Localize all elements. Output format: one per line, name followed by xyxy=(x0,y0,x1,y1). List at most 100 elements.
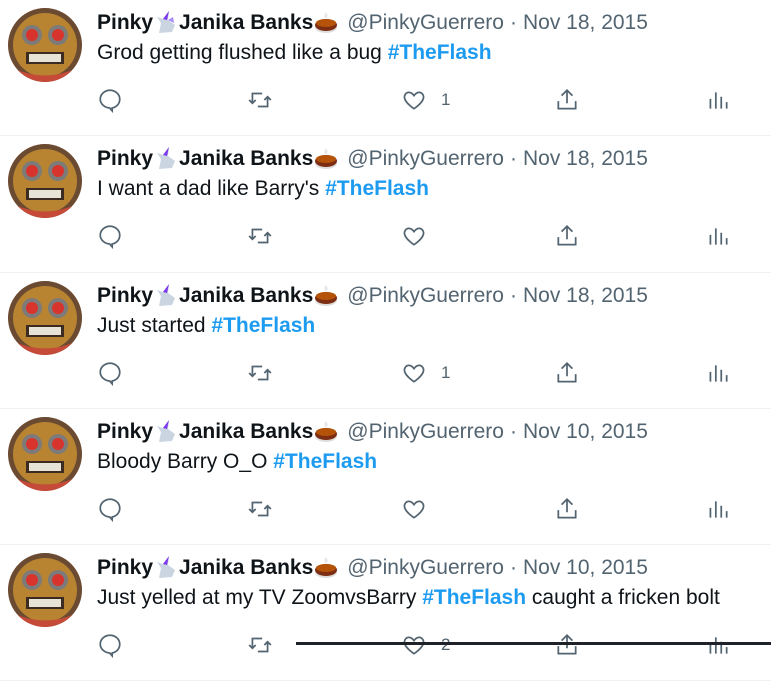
reply-button[interactable] xyxy=(97,84,123,116)
analytics-button[interactable] xyxy=(705,84,731,116)
share-icon xyxy=(554,87,580,113)
tweet-actions xyxy=(97,493,737,525)
tweet[interactable]: Pinky Janika Banks @PinkyGuerrero · Nov 18, … xyxy=(0,136,771,273)
analytics-button[interactable] xyxy=(705,629,731,661)
tweet-actions: 1 xyxy=(97,84,737,116)
like-button[interactable]: 1 xyxy=(401,357,450,389)
share-icon xyxy=(554,496,580,522)
retweet-button[interactable] xyxy=(247,220,273,252)
like-count: 1 xyxy=(441,363,451,382)
unicorn-emoji-icon xyxy=(153,283,179,309)
analytics-icon xyxy=(705,223,731,249)
analytics-button[interactable] xyxy=(705,493,731,525)
hashtag-link[interactable]: #TheFlash xyxy=(211,314,315,337)
author-name[interactable]: Pinky Janika Banks xyxy=(97,283,339,309)
author-handle[interactable]: @PinkyGuerrero xyxy=(347,420,504,444)
retweet-icon xyxy=(247,223,273,249)
like-icon xyxy=(401,632,427,658)
avatar[interactable] xyxy=(8,553,82,627)
avatar[interactable] xyxy=(8,417,82,491)
tweet[interactable]: Pinky Janika Banks @PinkyGuerrero · Nov 10, … xyxy=(0,409,771,545)
retweet-button[interactable] xyxy=(247,357,273,389)
like-button[interactable] xyxy=(401,220,441,252)
like-button[interactable]: 1 xyxy=(401,84,450,116)
tweet[interactable]: Pinky Janika Banks @PinkyGuerrero · Nov 10, … xyxy=(0,545,771,681)
like-icon xyxy=(401,496,427,522)
reply-icon xyxy=(97,223,123,249)
unicorn-emoji-icon xyxy=(153,555,179,581)
like-icon xyxy=(401,87,427,113)
cake-emoji-icon xyxy=(313,146,339,172)
tweet-header: Pinky Janika Banks @PinkyGuerrero · Nov 18,… xyxy=(97,10,648,36)
share-button[interactable] xyxy=(554,629,580,661)
reply-button[interactable] xyxy=(97,220,123,252)
author-name[interactable]: Pinky Janika Banks xyxy=(97,10,339,36)
retweet-icon xyxy=(247,496,273,522)
cake-emoji-icon xyxy=(313,419,339,445)
author-handle[interactable]: @PinkyGuerrero xyxy=(347,11,504,35)
author-name[interactable]: Pinky Janika Banks xyxy=(97,555,339,581)
analytics-icon xyxy=(705,360,731,386)
hashtag-link[interactable]: #TheFlash xyxy=(325,177,429,200)
author-name[interactable]: Pinky Janika Banks xyxy=(97,146,339,172)
tweet[interactable]: Pinky Janika Banks @PinkyGuerrero · Nov 18, … xyxy=(0,273,771,409)
avatar[interactable] xyxy=(8,144,82,218)
tweet-text: Just started #TheFlash xyxy=(97,314,316,337)
share-button[interactable] xyxy=(554,493,580,525)
like-icon xyxy=(401,223,427,249)
reply-button[interactable] xyxy=(97,493,123,525)
unicorn-emoji-icon xyxy=(153,10,179,36)
tweet-header: Pinky Janika Banks @PinkyGuerrero · Nov 10, … xyxy=(97,555,648,581)
share-button[interactable] xyxy=(554,84,580,116)
tweet-actions: 2 xyxy=(97,629,737,661)
hashtag-link[interactable]: #TheFlash xyxy=(388,41,492,64)
tweet-header: Pinky Janika Banks @PinkyGuerrero · Nov 18, … xyxy=(97,283,648,309)
tweet-header: Pinky Janika Banks @PinkyGuerrero · Nov 18, … xyxy=(97,146,648,172)
reply-icon xyxy=(97,360,123,386)
reply-button[interactable] xyxy=(97,357,123,389)
tweet-feed: Pinky Janika Banks @PinkyGuerrero · Nov 18,… xyxy=(0,0,771,681)
author-handle[interactable]: @PinkyGuerrero xyxy=(347,556,504,580)
tweet-text: Just yelled at my TV ZoomvsBarry #TheFla… xyxy=(97,586,720,609)
tweet-date[interactable]: Nov 10, 2015 xyxy=(523,420,648,444)
analytics-icon xyxy=(705,496,731,522)
author-handle[interactable]: @PinkyGuerrero xyxy=(347,284,504,308)
tweet-date[interactable]: Nov 18, 2015 xyxy=(523,11,648,35)
share-button[interactable] xyxy=(554,357,580,389)
unicorn-emoji-icon xyxy=(153,146,179,172)
tweet-date[interactable]: Nov 10, 2015 xyxy=(523,556,648,580)
retweet-icon xyxy=(247,87,273,113)
retweet-button[interactable] xyxy=(247,493,273,525)
retweet-button[interactable] xyxy=(247,629,273,661)
like-button[interactable] xyxy=(401,493,441,525)
like-button[interactable]: 2 xyxy=(401,629,450,661)
author-handle[interactable]: @PinkyGuerrero xyxy=(347,147,504,171)
reply-icon xyxy=(97,496,123,522)
analytics-button[interactable] xyxy=(705,220,731,252)
tweet-text: Bloody Barry O_O #TheFlash xyxy=(97,450,378,473)
avatar[interactable] xyxy=(8,281,82,355)
avatar[interactable] xyxy=(8,8,82,82)
share-icon xyxy=(554,632,580,658)
analytics-button[interactable] xyxy=(705,357,731,389)
cake-emoji-icon xyxy=(313,555,339,581)
tweet[interactable]: Pinky Janika Banks @PinkyGuerrero · Nov 18,… xyxy=(0,0,771,136)
author-name[interactable]: Pinky Janika Banks xyxy=(97,419,339,445)
like-count: 1 xyxy=(441,90,451,109)
reply-icon xyxy=(97,87,123,113)
unicorn-emoji-icon xyxy=(153,419,179,445)
hashtag-link[interactable]: #TheFlash xyxy=(422,586,526,609)
retweet-button[interactable] xyxy=(247,84,273,116)
tweet-actions: 1 xyxy=(97,357,737,389)
tweet-date[interactable]: Nov 18, 2015 xyxy=(523,147,648,171)
reply-button[interactable] xyxy=(97,629,123,661)
retweet-icon xyxy=(247,632,273,658)
share-icon xyxy=(554,223,580,249)
share-button[interactable] xyxy=(554,220,580,252)
hashtag-link[interactable]: #TheFlash xyxy=(273,450,377,473)
share-icon xyxy=(554,360,580,386)
analytics-icon xyxy=(705,632,731,658)
tweet-date[interactable]: Nov 18, 2015 xyxy=(523,284,648,308)
tweet-text: I want a dad like Barry's #TheFlash xyxy=(97,177,429,200)
tweet-header: Pinky Janika Banks @PinkyGuerrero · Nov 10, … xyxy=(97,419,648,445)
